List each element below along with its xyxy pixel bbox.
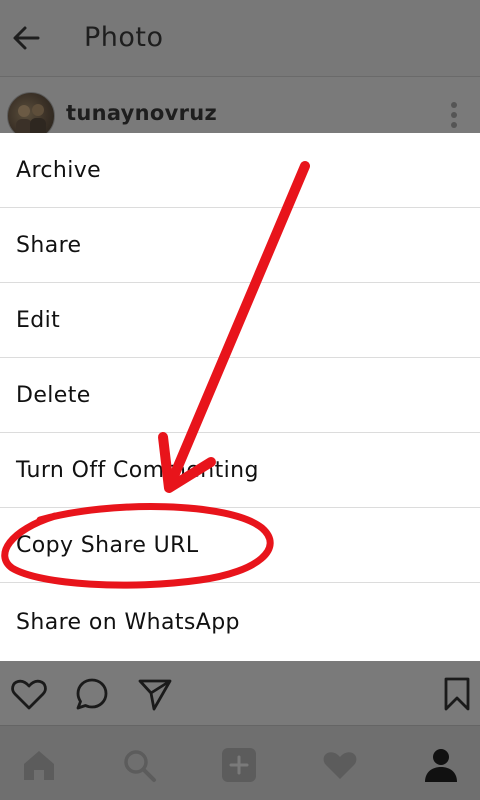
menu-item-label: Turn Off Commenting — [16, 457, 259, 483]
send-icon — [138, 679, 172, 711]
comment-button[interactable] — [73, 675, 111, 713]
more-options-button[interactable] — [440, 97, 468, 133]
more-vertical-icon — [451, 102, 457, 128]
bookmark-icon — [444, 677, 470, 711]
menu-item-delete[interactable]: Delete — [0, 358, 480, 433]
page-title: Photo — [84, 22, 164, 53]
nav-profile[interactable] — [422, 746, 460, 784]
menu-item-label: Copy Share URL — [16, 532, 199, 558]
menu-item-edit[interactable]: Edit — [0, 283, 480, 358]
search-icon — [124, 750, 156, 782]
screen: Photo tunaynovruz Archive Share Edit Del… — [0, 0, 480, 800]
post-options-menu: Archive Share Edit Delete Turn Off Comme… — [0, 133, 480, 661]
nav-activity[interactable] — [321, 746, 359, 784]
menu-item-turn-off-commenting[interactable]: Turn Off Commenting — [0, 433, 480, 508]
like-button[interactable] — [10, 675, 48, 713]
post-username[interactable]: tunaynovruz — [66, 101, 217, 125]
post-header: tunaynovruz — [0, 77, 480, 140]
save-button[interactable] — [438, 675, 476, 713]
menu-item-share[interactable]: Share — [0, 208, 480, 283]
menu-item-archive[interactable]: Archive — [0, 133, 480, 208]
menu-item-label: Archive — [16, 157, 102, 183]
menu-item-share-on-whatsapp[interactable]: Share on WhatsApp — [0, 583, 480, 661]
nav-search[interactable] — [120, 746, 158, 784]
back-button[interactable] — [8, 18, 48, 58]
heart-icon — [323, 752, 357, 779]
post-action-bar — [0, 661, 480, 725]
add-post-icon — [222, 748, 256, 782]
menu-item-label: Share — [16, 232, 82, 258]
bottom-navigation — [0, 725, 480, 800]
menu-item-label: Edit — [16, 307, 61, 333]
nav-home[interactable] — [20, 746, 58, 784]
share-post-button[interactable] — [136, 675, 174, 713]
comment-icon — [76, 678, 108, 710]
app-header: Photo — [0, 0, 480, 77]
menu-item-label: Share on WhatsApp — [16, 609, 240, 635]
arrow-left-icon — [13, 26, 40, 50]
profile-icon — [425, 749, 457, 782]
heart-icon — [11, 679, 47, 710]
home-icon — [24, 751, 54, 780]
menu-item-copy-share-url[interactable]: Copy Share URL — [0, 508, 480, 583]
nav-add-post[interactable] — [220, 746, 258, 784]
menu-item-label: Delete — [16, 382, 91, 408]
